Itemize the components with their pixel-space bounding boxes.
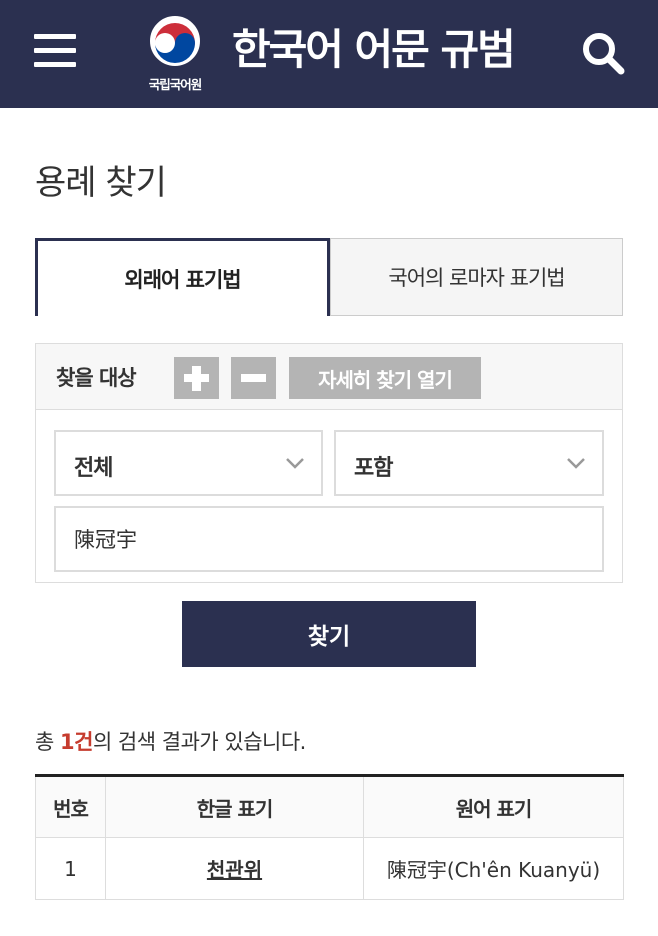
result-count-number: 1건 <box>60 730 93 754</box>
table-row: 1 천관위 陳冠宇(Ch'ên Kuanyü) <box>35 837 624 900</box>
site-logo[interactable]: 국립국어원 <box>138 16 212 96</box>
row-number: 1 <box>35 837 106 900</box>
table-header-row: 번호 한글 표기 원어 표기 <box>35 775 624 838</box>
advanced-search-button[interactable]: 자세히 찾기 열기 <box>289 357 481 399</box>
row-korean-cell: 천관위 <box>105 837 364 900</box>
search-target-label: 찾을 대상 <box>56 366 137 390</box>
search-field-select[interactable]: 전체 <box>54 430 323 496</box>
chevron-down-icon <box>567 458 585 469</box>
column-header-korean: 한글 표기 <box>105 775 364 838</box>
hamburger-menu-icon[interactable] <box>34 34 76 68</box>
result-table: 번호 한글 표기 원어 표기 1 천관위 陳冠宇(Ch'ên Kuanyü) <box>35 774 624 900</box>
tab-romanization[interactable]: 국어의 로마자 표기법 <box>330 238 623 316</box>
search-field-value: 전체 <box>74 456 113 481</box>
minus-icon <box>241 374 266 382</box>
menu-bar <box>34 62 76 67</box>
site-title[interactable]: 한국어 어문 규범 <box>232 24 516 76</box>
search-query-input[interactable] <box>54 506 604 572</box>
result-count-text: 총 1건의 검색 결과가 있습니다. <box>35 726 306 756</box>
search-form-header: 찾을 대상 자세히 찾기 열기 <box>36 344 622 410</box>
logo-text: 국립국어원 <box>148 77 203 92</box>
page-title: 용례 찾기 <box>35 163 167 203</box>
search-submit-button[interactable]: 찾기 <box>182 601 476 667</box>
menu-bar <box>34 48 76 53</box>
korean-spelling-link[interactable]: 천관위 <box>207 858 262 882</box>
menu-bar <box>34 34 76 39</box>
result-count-suffix: 의 검색 결과가 있습니다. <box>92 730 306 754</box>
remove-condition-button[interactable] <box>231 357 276 399</box>
column-header-number: 번호 <box>35 775 106 838</box>
match-type-select[interactable]: 포함 <box>334 430 604 496</box>
chevron-down-icon <box>286 458 304 469</box>
taegeuk-emblem-icon <box>150 16 200 66</box>
add-condition-button[interactable] <box>174 357 219 399</box>
row-original: 陳冠宇(Ch'ên Kuanyü) <box>363 837 624 900</box>
search-form: 찾을 대상 자세히 찾기 열기 전체 포함 <box>35 343 623 583</box>
search-icon[interactable] <box>580 30 626 76</box>
column-header-original: 원어 표기 <box>363 775 624 838</box>
tab-loanword-orthography[interactable]: 외래어 표기법 <box>35 238 330 316</box>
plus-icon-vertical <box>192 366 201 391</box>
match-type-value: 포함 <box>354 456 393 481</box>
result-count-prefix: 총 <box>35 730 60 754</box>
site-header: 국립국어원 한국어 어문 규범 <box>0 0 658 108</box>
